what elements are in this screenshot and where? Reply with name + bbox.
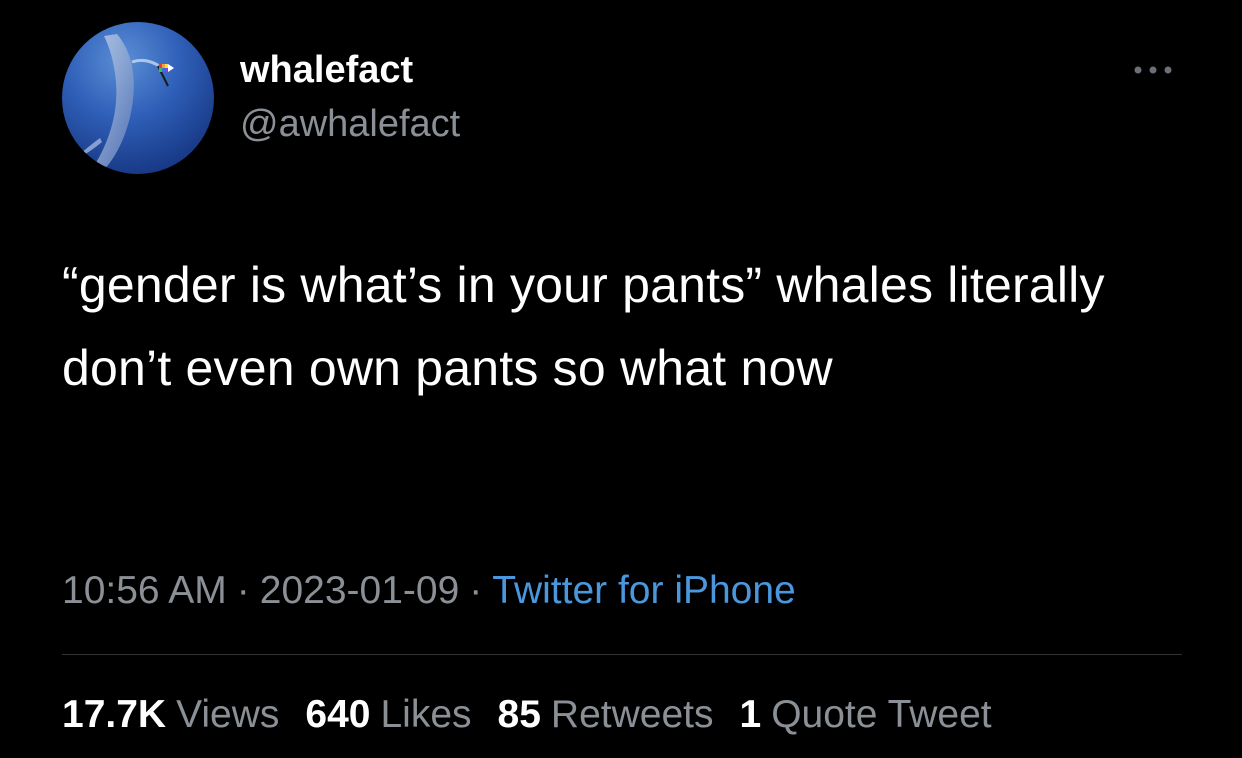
tweet-card: whalefact @awhalefact “gender is what’s … [0,0,1242,758]
meta-separator: · [236,569,250,612]
tweet-source-link[interactable]: Twitter for iPhone [492,569,795,612]
stat-quote-tweets[interactable]: 1 Quote Tweet [740,690,992,740]
more-options-icon[interactable] [1128,58,1178,82]
stat-retweets[interactable]: 85 Retweets [498,690,714,740]
stat-label: Views [176,693,280,736]
stat-likes[interactable]: 640 Likes [305,690,471,740]
username-handle[interactable]: @awhalefact [240,100,460,148]
stat-count: 17.7K [62,693,167,736]
stat-label: Quote Tweet [771,693,992,736]
divider [62,654,1182,655]
stat-label: Retweets [550,693,714,736]
avatar-image [62,22,214,174]
tweet-meta: 10:56 AM · 2023-01-09 · Twitter for iPhone [62,566,796,616]
meta-separator: · [469,569,483,612]
tweet-text: “gender is what’s in your pants” whales … [62,257,1119,396]
tweet-stats: 17.7K Views 640 Likes 85 Retweets 1 Quote Tweet [62,690,1018,740]
stat-count: 85 [497,693,541,736]
stat-count: 1 [739,693,762,736]
display-name[interactable]: whalefact [240,46,413,94]
stat-label: Likes [380,693,472,736]
tweet-time[interactable]: 10:56 AM [62,569,227,612]
stat-count: 640 [305,693,371,736]
avatar[interactable] [62,22,214,174]
stat-views[interactable]: 17.7K Views [62,690,279,740]
tweet-date[interactable]: 2023-01-09 [260,569,460,612]
